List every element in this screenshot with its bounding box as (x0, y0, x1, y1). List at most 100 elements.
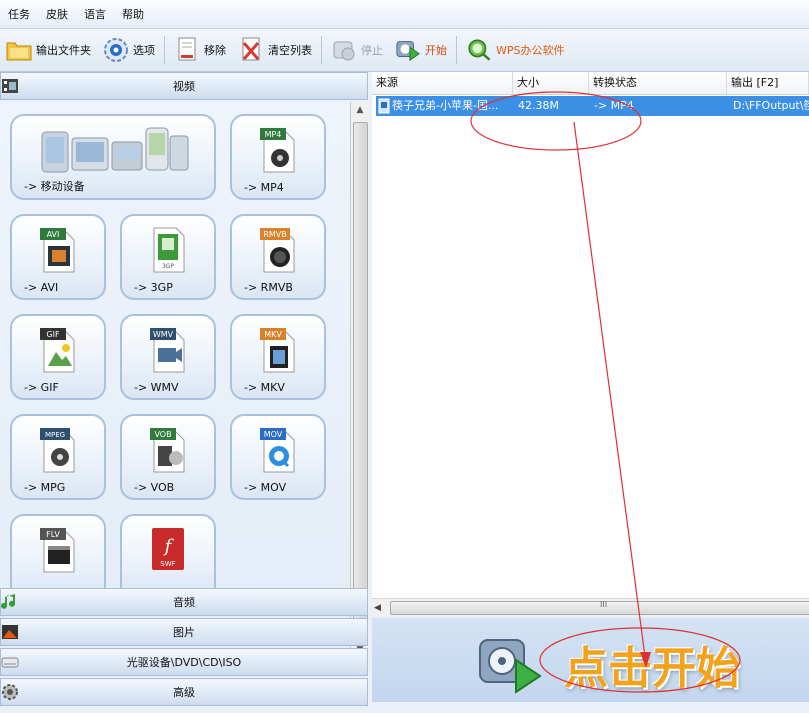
cell-output: D:\FFOutput\筷 (733, 99, 809, 112)
swf-file-icon: f SWF (148, 526, 188, 574)
start-area: 点击开始 (372, 618, 809, 702)
wps-label: WPS办公软件 (496, 44, 565, 57)
format-label: -> WMV (134, 381, 179, 394)
format-label: -> MPG (24, 481, 66, 494)
format-tile-wmv[interactable]: WMV -> WMV (120, 314, 216, 400)
start-film-icon (395, 37, 421, 63)
remove-button[interactable]: 移除 (168, 33, 232, 67)
options-button[interactable]: 选项 (97, 33, 161, 67)
horizontal-scrollbar[interactable]: ◀ III (372, 598, 809, 617)
folder-icon (6, 37, 32, 63)
toolbar-divider (456, 36, 457, 64)
format-tile-mobile[interactable]: -> 移动设备 (10, 114, 216, 200)
cell-status: -> MP4 (594, 99, 634, 112)
mobile-devices-icon (40, 124, 190, 176)
start-button-label: 点击开始 (564, 643, 740, 694)
format-tile-mp4[interactable]: MP4 -> MP4 (230, 114, 326, 200)
category-video-header[interactable]: 视频 (0, 72, 368, 100)
wps-office-button[interactable]: WPS办公软件 (460, 33, 571, 67)
start-label: 开始 (425, 44, 447, 57)
remove-label: 移除 (204, 44, 226, 57)
format-tile-mpg[interactable]: MPEG -> MPG (10, 414, 106, 500)
scrollbar-thumb[interactable] (353, 122, 368, 624)
mkv-file-icon: MKV (258, 326, 298, 374)
format-grid: -> 移动设备 MP4 -> MP4 AVI -> AVI 3GP -> 3GP… (0, 102, 350, 658)
category-audio-header[interactable]: 音频 (0, 588, 368, 616)
column-header-source[interactable]: 来源 (372, 72, 513, 94)
output-folder-label: 输出文件夹 (36, 44, 91, 57)
stop-label: 停止 (361, 44, 383, 57)
scrollbar-grip: III (600, 600, 608, 609)
column-header-status[interactable]: 转换状态 (589, 72, 727, 94)
scroll-up-arrow-icon[interactable]: ▲ (351, 102, 369, 118)
table-row[interactable]: 筷子兄弟-小苹果-国... 42.38M -> MP4 D:\FFOutput\… (376, 96, 809, 116)
format-badge: FLV (46, 530, 60, 539)
output-folder-button[interactable]: 输出文件夹 (0, 33, 97, 67)
stop-icon (331, 37, 357, 63)
menu-skin[interactable]: 皮肤 (38, 6, 76, 22)
format-badge: MPEG (45, 431, 65, 439)
menu-help[interactable]: 帮助 (114, 6, 152, 22)
toolbar-divider (164, 36, 165, 64)
format-badge: AVI (47, 230, 60, 239)
vob-file-icon: VOB (148, 426, 188, 474)
format-tile-mkv[interactable]: MKV -> MKV (230, 314, 326, 400)
format-grid-scrollbar[interactable]: ▲ ▼ (350, 102, 369, 658)
format-tile-gif[interactable]: GIF -> GIF (10, 314, 106, 400)
file-list-panel: 来源 大小 转换状态 输出 [F2] 筷子兄弟-小苹果-国... 42.38M … (372, 72, 809, 702)
format-badge: VOB (154, 430, 171, 439)
format-panel: 视频 -> 移动设备 MP4 -> MP4 AVI -> AVI 3GP -> … (0, 72, 370, 706)
category-video-label: 视频 (173, 80, 195, 93)
menu-bar: 任务 皮肤 语言 帮助 (0, 0, 809, 29)
rmvb-file-icon: RMVB (258, 226, 298, 274)
category-image-label: 图片 (173, 626, 195, 639)
format-tile-vob[interactable]: VOB -> VOB (120, 414, 216, 500)
mov-file-icon: MOV (258, 426, 298, 474)
format-label: -> MOV (244, 481, 287, 494)
advanced-gear-icon (1, 682, 19, 702)
file-table: 来源 大小 转换状态 输出 [F2] 筷子兄弟-小苹果-国... 42.38M … (372, 72, 809, 617)
format-badge: MKV (264, 330, 282, 339)
cell-size: 42.38M (518, 99, 559, 112)
format-label: -> AVI (24, 281, 59, 294)
picture-icon (1, 622, 19, 642)
gear-icon (103, 37, 129, 63)
category-audio-label: 音频 (173, 596, 195, 609)
format-tile-3gp[interactable]: 3GP -> 3GP (120, 214, 216, 300)
format-badge: WMV (153, 330, 174, 339)
toolbar: 输出文件夹 选项 移除 清空列表 停止 开始 WPS办公软件 (0, 29, 809, 72)
format-tile-rmvb[interactable]: RMVB -> RMVB (230, 214, 326, 300)
column-header-size[interactable]: 大小 (513, 72, 589, 94)
wmv-file-icon: WMV (148, 326, 188, 374)
format-label: -> MP4 (244, 181, 284, 194)
menu-language[interactable]: 语言 (76, 6, 114, 22)
cell-source: 筷子兄弟-小苹果-国... (392, 99, 499, 112)
start-film-reel-icon (476, 634, 546, 694)
table-header: 来源 大小 转换状态 输出 [F2] (372, 72, 809, 95)
clear-list-button[interactable]: 清空列表 (232, 33, 318, 67)
format-badge: 3GP (162, 263, 174, 270)
format-tile-mov[interactable]: MOV -> MOV (230, 414, 326, 500)
format-tile-avi[interactable]: AVI -> AVI (10, 214, 106, 300)
3gp-file-icon: 3GP (148, 226, 188, 274)
video-category-icon (1, 76, 19, 96)
stop-button[interactable]: 停止 (325, 33, 389, 67)
mp4-file-icon: MP4 (258, 126, 298, 174)
flv-file-icon: FLV (38, 526, 78, 574)
format-label: -> GIF (24, 381, 59, 394)
format-badge: RMVB (263, 230, 286, 239)
category-image-header[interactable]: 图片 (0, 618, 368, 646)
category-optical-header[interactable]: 光驱设备\DVD\CD\ISO (0, 648, 368, 676)
category-advanced-label: 高级 (173, 686, 195, 699)
video-file-icon (378, 96, 390, 116)
format-badge: MOV (264, 430, 283, 439)
scroll-left-arrow-icon[interactable]: ◀ (374, 599, 381, 617)
category-optical-label: 光驱设备\DVD\CD\ISO (126, 656, 242, 669)
column-header-output[interactable]: 输出 [F2] (727, 72, 809, 94)
wps-search-icon (466, 37, 492, 63)
start-toolbar-button[interactable]: 开始 (389, 33, 453, 67)
start-conversion-button[interactable]: 点击开始 (472, 626, 772, 698)
optical-drive-icon (1, 652, 19, 672)
music-note-icon (1, 592, 19, 612)
menu-task[interactable]: 任务 (0, 6, 38, 22)
